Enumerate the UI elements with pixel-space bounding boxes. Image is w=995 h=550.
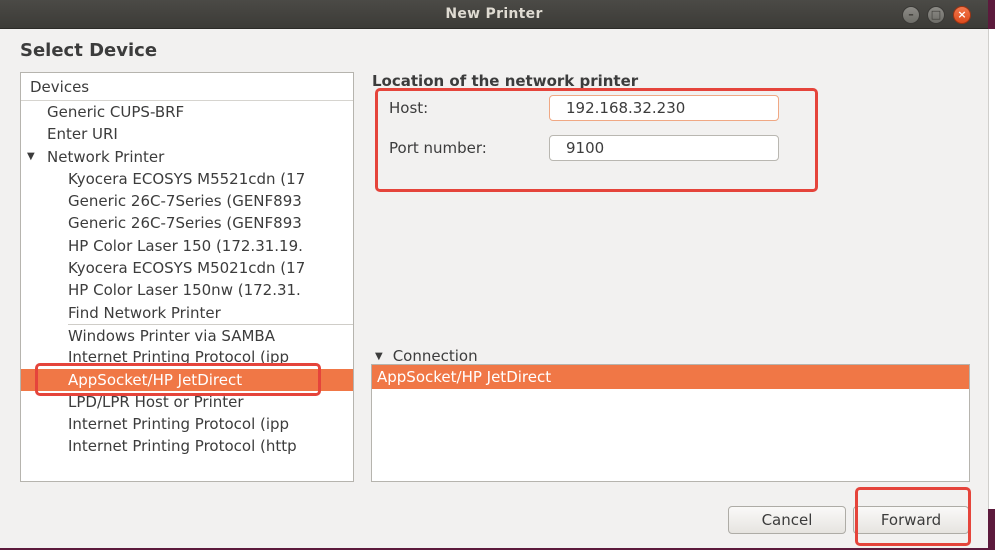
device-list: Generic CUPS-BRF Enter URI ▼ Network Prin…: [21, 101, 353, 458]
device-item-appsocket-jetdirect[interactable]: AppSocket/HP JetDirect: [21, 368, 353, 391]
device-item-printer[interactable]: Kyocera ECOSYS M5021cdn (17: [21, 257, 353, 279]
device-item-printer[interactable]: Kyocera ECOSYS M5521cdn (17: [21, 168, 353, 190]
host-input[interactable]: [549, 95, 779, 121]
connection-label: Connection: [392, 347, 478, 365]
device-item-label: Network Printer: [47, 147, 165, 166]
forward-button[interactable]: Forward: [853, 506, 969, 534]
location-section-title: Location of the network printer: [372, 72, 639, 90]
maximize-icon[interactable]: □: [927, 6, 945, 24]
device-item-generic-cups-brf[interactable]: Generic CUPS-BRF: [21, 101, 353, 123]
port-label: Port number:: [389, 139, 487, 157]
device-item-printer[interactable]: Generic 26C-7Series (GENF893: [21, 212, 353, 234]
expander-down-icon[interactable]: ▼: [27, 146, 35, 168]
device-item-printer[interactable]: HP Color Laser 150 (172.31.19.: [21, 235, 353, 257]
background-window-edge: [988, 29, 995, 509]
device-item-ipp-http[interactable]: Internet Printing Protocol (http: [21, 435, 353, 457]
device-tree[interactable]: Devices Generic CUPS-BRF Enter URI ▼ Netw…: [20, 72, 354, 482]
device-item-lpd-lpr[interactable]: LPD/LPR Host or Printer: [21, 391, 353, 413]
port-input[interactable]: [549, 135, 779, 161]
device-item-ipp[interactable]: Internet Printing Protocol (ipp: [21, 413, 353, 435]
device-item-printer[interactable]: HP Color Laser 150nw (172.31.: [21, 279, 353, 301]
device-item-ipp[interactable]: Internet Printing Protocol (ipp: [21, 346, 353, 368]
page-title: Select Device: [20, 40, 158, 61]
device-item-enter-uri[interactable]: Enter URI: [21, 123, 353, 145]
host-label: Host:: [389, 99, 429, 117]
device-item-network-printer[interactable]: ▼ Network Printer: [21, 146, 353, 168]
new-printer-dialog: New Printer – □ × Select Device Devices …: [0, 0, 988, 548]
devices-column-header[interactable]: Devices: [21, 73, 353, 101]
close-icon[interactable]: ×: [953, 6, 971, 24]
device-item-printer[interactable]: Generic 26C-7Series (GENF893: [21, 190, 353, 212]
minimize-icon[interactable]: –: [902, 6, 920, 24]
connection-expander[interactable]: ▼ Connection: [375, 347, 478, 365]
expander-down-icon[interactable]: ▼: [375, 351, 383, 362]
window-title: New Printer: [445, 6, 543, 22]
device-item-find-network-printer[interactable]: Find Network Printer: [21, 302, 353, 324]
device-item-windows-samba[interactable]: Windows Printer via SAMBA: [68, 323, 353, 346]
connection-item-appsocket[interactable]: AppSocket/HP JetDirect: [372, 365, 969, 389]
connection-list[interactable]: AppSocket/HP JetDirect: [371, 364, 970, 482]
title-bar[interactable]: New Printer – □ ×: [0, 0, 988, 29]
cancel-button[interactable]: Cancel: [728, 506, 846, 534]
